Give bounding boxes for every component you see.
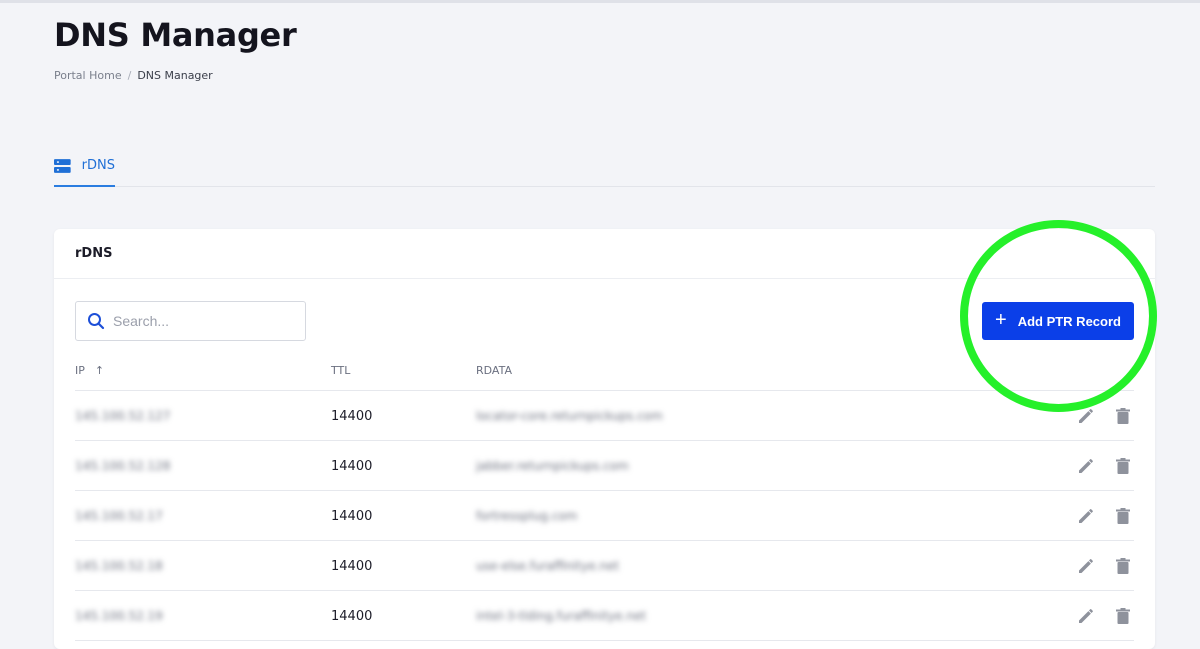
table-row: 145.100.52.128 14400 jabber.returnpickup… bbox=[75, 441, 1134, 491]
rdns-table: IP ↑ TTL RDATA 145.100.52.127 14400 loca… bbox=[75, 351, 1134, 641]
pencil-icon[interactable] bbox=[1075, 455, 1097, 477]
column-header-ttl-label: TTL bbox=[331, 364, 351, 377]
pencil-icon[interactable] bbox=[1075, 405, 1097, 427]
search-icon bbox=[88, 313, 105, 330]
tab-rdns-label: rDNS bbox=[81, 158, 115, 173]
row-ttl: 14400 bbox=[331, 408, 373, 424]
row-ip: 145.100.52.127 bbox=[75, 409, 171, 423]
row-ip: 145.100.52.17 bbox=[75, 509, 163, 523]
arrow-up-icon: ↑ bbox=[94, 364, 105, 377]
pencil-icon[interactable] bbox=[1075, 605, 1097, 627]
plus-icon: + bbox=[995, 309, 1007, 331]
column-header-ip[interactable]: IP ↑ bbox=[75, 364, 104, 377]
trash-icon[interactable] bbox=[1112, 455, 1134, 477]
row-actions bbox=[1075, 441, 1134, 491]
add-ptr-record-label: Add PTR Record bbox=[1017, 313, 1121, 329]
trash-icon[interactable] bbox=[1112, 505, 1134, 527]
top-divider bbox=[0, 0, 1200, 3]
table-row: 145.100.52.19 14400 intel-3-tlding.furaf… bbox=[75, 591, 1134, 641]
trash-icon[interactable] bbox=[1112, 555, 1134, 577]
row-rdata: use-else.furaffinitye.net bbox=[476, 559, 620, 573]
breadcrumb-portal-home[interactable]: Portal Home bbox=[54, 69, 122, 82]
row-actions bbox=[1075, 391, 1134, 441]
row-rdata: fortressplug.com bbox=[476, 509, 578, 523]
row-rdata: jabber.returnpickups.com bbox=[476, 459, 629, 473]
search-box[interactable] bbox=[75, 301, 306, 341]
server-icon bbox=[54, 158, 71, 173]
column-header-ip-label: IP bbox=[75, 364, 85, 377]
column-header-rdata-label: RDATA bbox=[476, 364, 512, 377]
row-ip: 145.100.52.19 bbox=[75, 609, 163, 623]
rdns-card: rDNS + Add PTR Record IP ↑ TTL RDATA 145… bbox=[54, 229, 1155, 649]
row-actions bbox=[1075, 591, 1134, 641]
table-row: 145.100.52.18 14400 use-else.furaffinity… bbox=[75, 541, 1134, 591]
row-actions bbox=[1075, 541, 1134, 591]
row-ip: 145.100.52.18 bbox=[75, 559, 163, 573]
column-header-ttl[interactable]: TTL bbox=[331, 364, 350, 377]
row-rdata: locator-core.returnpickups.com bbox=[476, 409, 663, 423]
row-ttl: 14400 bbox=[331, 508, 373, 524]
row-ttl: 14400 bbox=[331, 608, 373, 624]
row-rdata: intel-3-tlding.furaffinitye.net bbox=[476, 609, 647, 623]
row-ip: 145.100.52.128 bbox=[75, 459, 171, 473]
column-header-rdata[interactable]: RDATA bbox=[476, 364, 512, 377]
table-row: 145.100.52.17 14400 fortressplug.com bbox=[75, 491, 1134, 541]
trash-icon[interactable] bbox=[1112, 405, 1134, 427]
trash-icon[interactable] bbox=[1112, 605, 1134, 627]
row-ttl: 14400 bbox=[331, 458, 373, 474]
row-ttl: 14400 bbox=[331, 558, 373, 574]
table-row: 145.100.52.127 14400 locator-core.return… bbox=[75, 391, 1134, 441]
breadcrumb: Portal Home / DNS Manager bbox=[54, 69, 213, 82]
add-ptr-record-button[interactable]: + Add PTR Record bbox=[982, 302, 1134, 340]
row-actions bbox=[1075, 491, 1134, 541]
table-header: IP ↑ TTL RDATA bbox=[75, 351, 1134, 391]
tab-bar: rDNS bbox=[54, 140, 1155, 187]
pencil-icon[interactable] bbox=[1075, 505, 1097, 527]
search-input[interactable] bbox=[113, 313, 293, 329]
tab-rdns[interactable]: rDNS bbox=[54, 140, 115, 187]
card-title: rDNS bbox=[54, 229, 1155, 279]
breadcrumb-separator: / bbox=[127, 69, 132, 82]
pencil-icon[interactable] bbox=[1075, 555, 1097, 577]
page-title: DNS Manager bbox=[54, 16, 297, 54]
breadcrumb-current: DNS Manager bbox=[137, 69, 213, 82]
